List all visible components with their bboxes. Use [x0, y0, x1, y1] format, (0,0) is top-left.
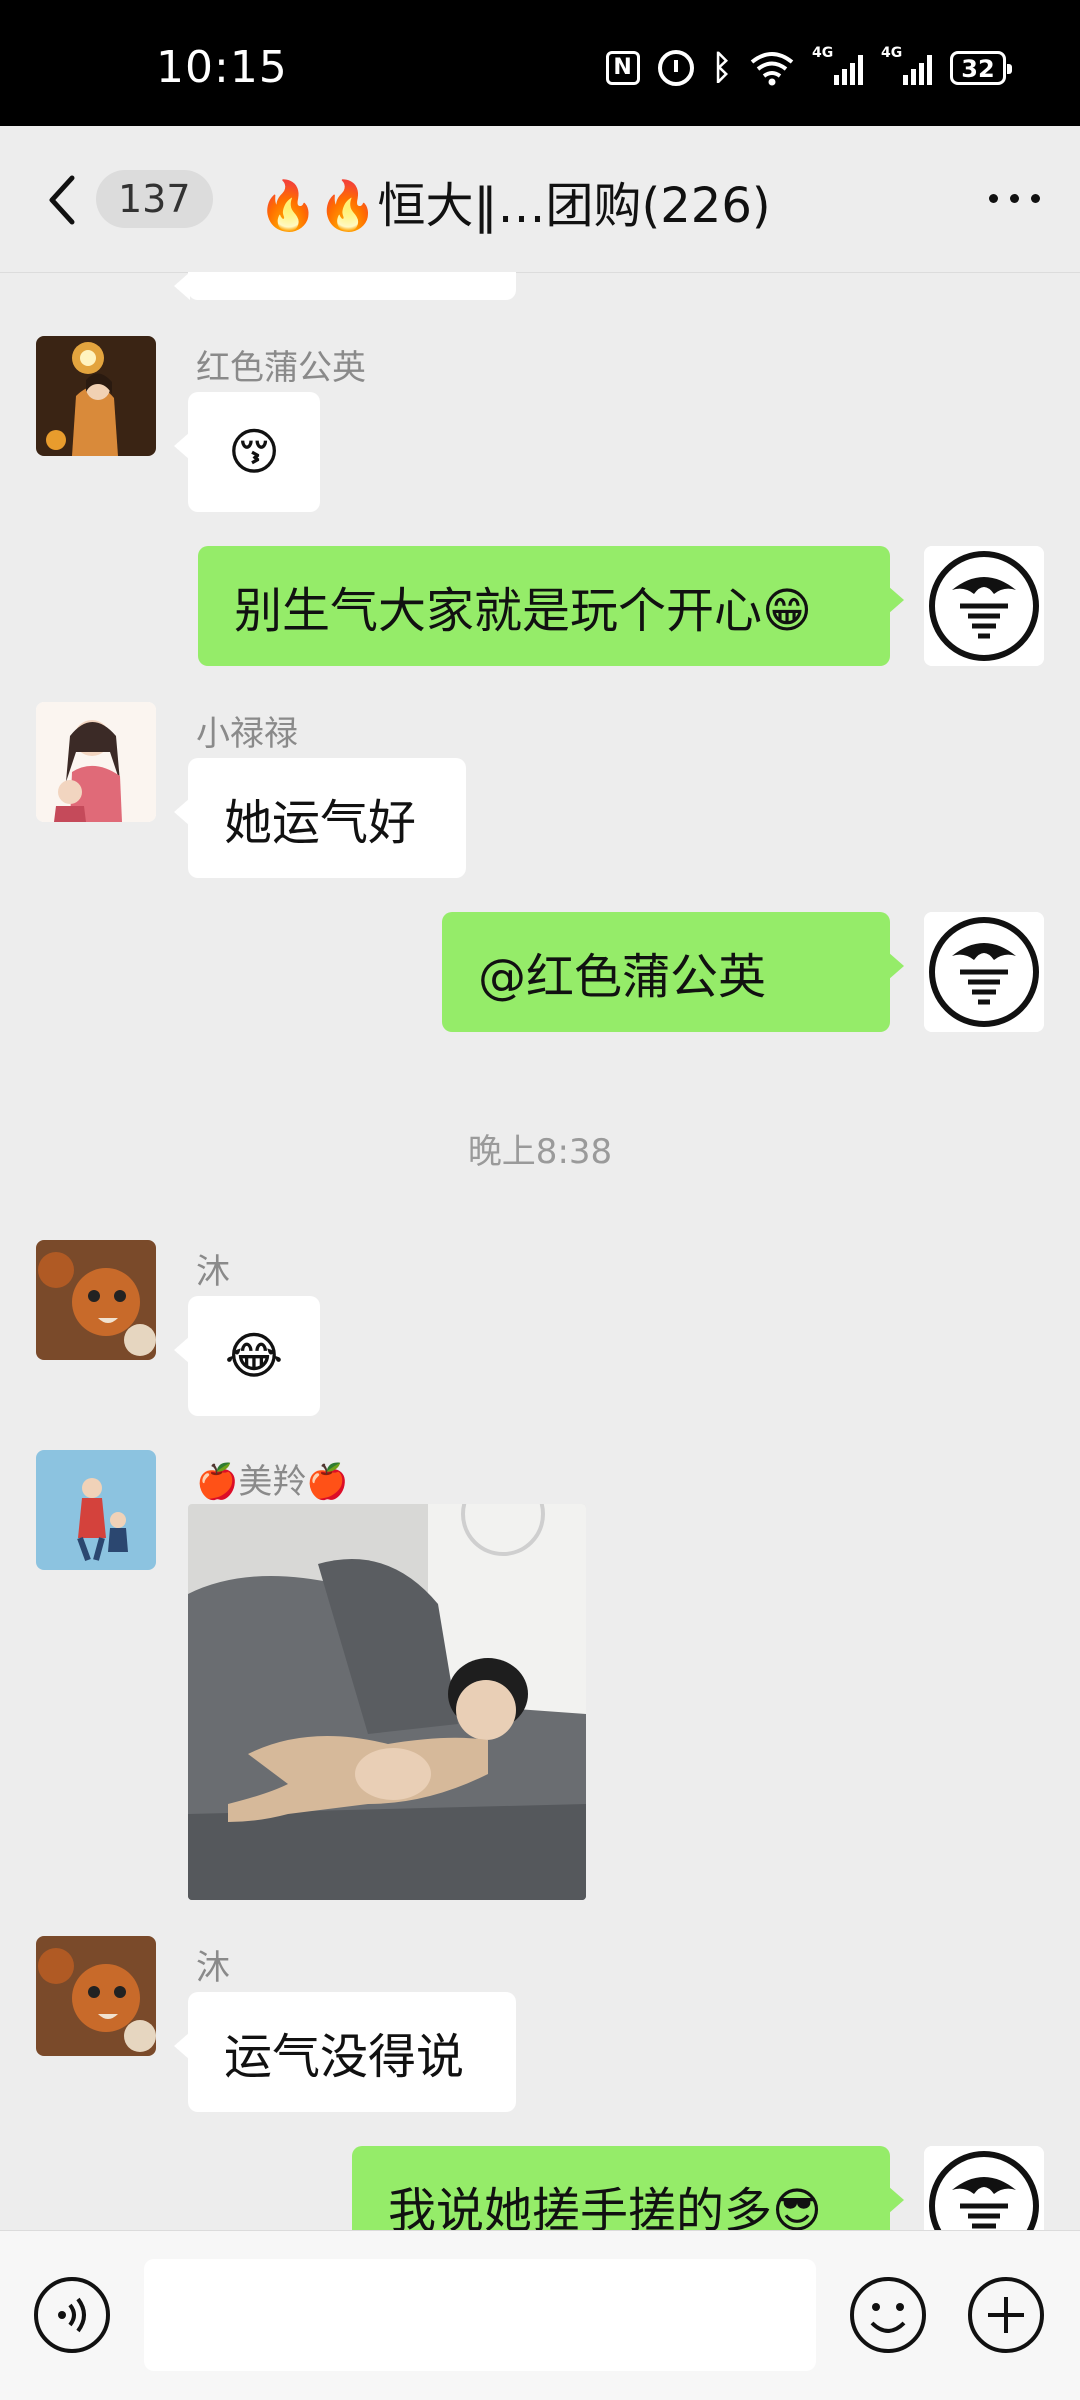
- emoji-icon: [850, 2277, 926, 2353]
- chat-title[interactable]: 🔥🔥恒大‖…团购(226): [258, 166, 858, 236]
- alarm-icon: [657, 50, 694, 86]
- input-bar: [0, 2230, 1080, 2400]
- plus-icon: [968, 2277, 1044, 2353]
- message-text: 别生气大家就是玩个开心😁: [234, 583, 813, 639]
- avatar-sender[interactable]: [36, 1936, 156, 2056]
- signal-1-icon: 4G: [812, 45, 863, 85]
- avatar-self[interactable]: [924, 546, 1044, 666]
- timestamp-divider: 晚上8:38: [467, 1132, 613, 1172]
- battery-icon: 32: [950, 51, 1012, 85]
- sender-name: 沐: [196, 1948, 230, 1988]
- avatar-sender[interactable]: [36, 702, 156, 822]
- avatar-self[interactable]: [924, 2146, 1044, 2230]
- own-message-bubble[interactable]: 别生气大家就是玩个开心😁: [198, 546, 904, 666]
- mention-text: @红色蒲公英: [478, 949, 767, 1005]
- wifi-icon: [750, 50, 794, 86]
- message-bubble[interactable]: 😂: [174, 1296, 320, 1416]
- status-icons: N ᛒ 4G 4G 32: [605, 45, 1012, 88]
- sender-name: 小禄禄: [196, 714, 298, 754]
- bluetooth-icon: ᛒ: [711, 48, 732, 88]
- sender-name: 🍎美羚🍎: [196, 1462, 349, 1502]
- emoji-laughing: 😂: [224, 1327, 284, 1385]
- avatar-self[interactable]: [924, 912, 1044, 1032]
- own-message-bubble[interactable]: @红色蒲公英: [442, 912, 904, 1032]
- message-bubble-partial[interactable]: [174, 272, 516, 300]
- emoji-button[interactable]: [848, 2275, 928, 2355]
- message-list[interactable]: 红色蒲公英 😚 别生气大家就是玩个开心😁 小禄禄 她运气好 @红色蒲公英 晚上8…: [0, 272, 1080, 2230]
- signal-2-icon: 4G: [881, 45, 932, 85]
- plus-button[interactable]: [966, 2275, 1046, 2355]
- status-bar: 10:15 N ᛒ 4G 4G 32: [0, 0, 1080, 126]
- status-time: 10:15: [156, 42, 288, 93]
- sender-name: 沐: [196, 1252, 230, 1292]
- image-message[interactable]: [188, 1504, 586, 1900]
- message-text: 运气没得说: [224, 2029, 465, 2085]
- emoji-kiss: 😚: [227, 423, 281, 481]
- chat-screen: 10:15 N ᛒ 4G 4G 32 137 🔥🔥恒大‖…团购(226) 红色蒲…: [0, 0, 1080, 2400]
- chevron-left-icon: [49, 175, 75, 225]
- message-bubble[interactable]: 😚: [174, 392, 320, 512]
- more-dots-icon: [989, 194, 998, 203]
- back-button[interactable]: [40, 172, 90, 228]
- chat-header: 137 🔥🔥恒大‖…团购(226): [0, 126, 1080, 273]
- avatar-sender[interactable]: [36, 336, 156, 456]
- message-bubble[interactable]: 运气没得说: [174, 1992, 516, 2112]
- message-text: 我说她搓手搓的多😎: [388, 2183, 823, 2230]
- sender-name: 红色蒲公英: [196, 348, 366, 388]
- voice-button[interactable]: [32, 2275, 112, 2355]
- avatar-sender[interactable]: [36, 1450, 156, 1570]
- message-bubble[interactable]: 她运气好: [174, 758, 466, 878]
- unread-count-badge[interactable]: 137: [96, 170, 213, 228]
- message-input[interactable]: [144, 2259, 816, 2371]
- more-options-button[interactable]: [989, 194, 1040, 203]
- message-text: 她运气好: [224, 795, 417, 851]
- voice-icon: [34, 2277, 110, 2353]
- avatar-sender[interactable]: [36, 1240, 156, 1360]
- nfc-icon: N: [605, 51, 640, 85]
- own-message-bubble[interactable]: 我说她搓手搓的多😎: [352, 2146, 904, 2230]
